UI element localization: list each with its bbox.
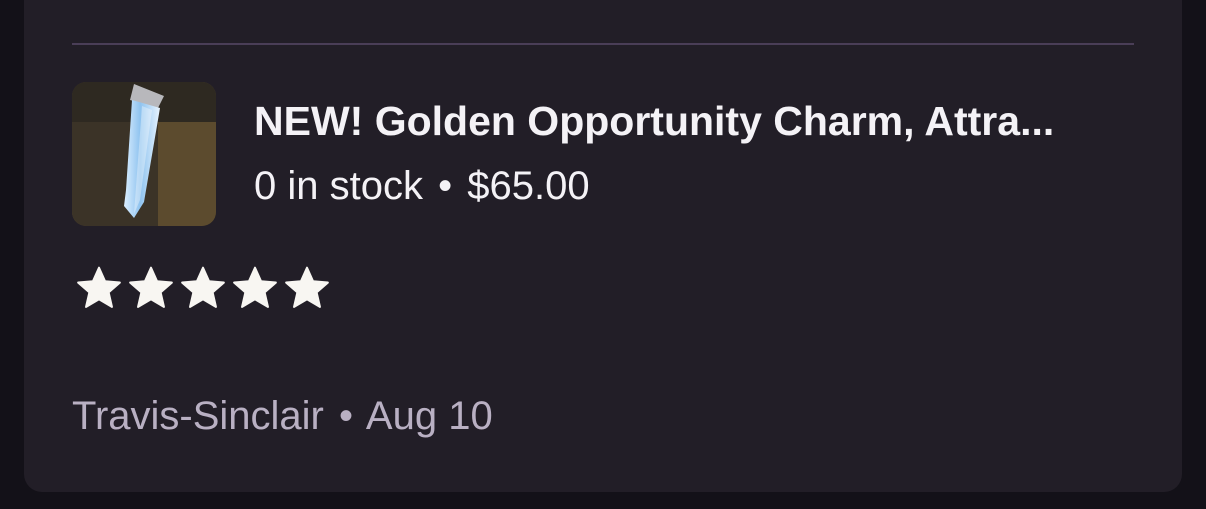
star-icon <box>129 266 173 308</box>
product-price: $65.00 <box>467 164 590 208</box>
review-date: Aug 10 <box>365 394 493 438</box>
review-card: NEW! Golden Opportunity Charm, Attra... … <box>24 0 1182 492</box>
divider <box>72 43 1134 45</box>
product-meta: 0 in stock • $65.00 <box>254 164 590 209</box>
product-thumbnail[interactable] <box>72 82 216 226</box>
product-title[interactable]: NEW! Golden Opportunity Charm, Attra... <box>254 98 1134 145</box>
review-author[interactable]: Travis-Sinclair <box>72 394 324 438</box>
footer-separator: • <box>339 394 354 438</box>
stock-count: 0 in stock <box>254 164 423 208</box>
star-icon <box>285 266 329 308</box>
star-icon <box>181 266 225 308</box>
star-rating <box>74 264 332 314</box>
star-icon <box>77 266 121 308</box>
review-footer: Travis-Sinclair • Aug 10 <box>72 394 493 439</box>
meta-separator: • <box>438 164 453 208</box>
crystal-pendant-image <box>72 82 216 226</box>
star-icon <box>233 266 277 308</box>
